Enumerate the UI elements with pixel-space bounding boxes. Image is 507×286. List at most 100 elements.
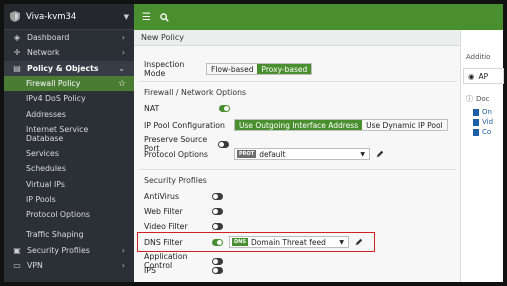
sidebar-item-addresses[interactable]: Addresses	[4, 106, 134, 121]
inspection-mode-label: Inspection Mode	[144, 60, 185, 78]
web-filter-row: Web Filter	[144, 207, 223, 216]
doc-link-online-help[interactable]: On	[473, 108, 492, 116]
sidebar-item-label: Dashboard	[27, 33, 70, 43]
nat-toggle[interactable]	[219, 105, 230, 112]
toggle-knob	[213, 209, 218, 214]
sidebar-item-security-profiles[interactable]: ▣ Security Profiles ›	[4, 243, 134, 258]
search-icon[interactable]	[160, 12, 169, 22]
sidebar-item-ip-pools[interactable]: IP Pools	[4, 192, 134, 207]
api-preview-button[interactable]: ◉ AP	[463, 68, 504, 84]
antivirus-toggle[interactable]	[212, 193, 223, 200]
sidebar-item-protocol-options[interactable]: Protocol Options	[4, 207, 134, 222]
fortinet-shield-icon	[10, 11, 20, 22]
book-icon	[473, 108, 479, 116]
sidebar-item-firewall-policy[interactable]: Firewall Policy ☆	[4, 75, 134, 92]
dashboard-icon: ◈	[13, 33, 21, 43]
nat-label: NAT	[144, 104, 160, 113]
application-control-toggle[interactable]	[212, 257, 223, 265]
chevron-down-icon: ▼	[123, 12, 129, 21]
ip-pool-label: IP Pool Configuration	[144, 120, 225, 130]
chevron-right-icon: ›	[121, 48, 125, 58]
sidebar-item-label: VPN	[27, 261, 43, 270]
sidebar-item-ipv4-dos-policy[interactable]: IPv4 DoS Policy	[4, 91, 134, 106]
doc-link-video[interactable]: Vid	[473, 118, 493, 126]
sidebar-item-network[interactable]: ✛ Network ›	[4, 45, 134, 60]
sidebar-item-label: Security Profiles	[27, 245, 90, 255]
api-preview-label: AP	[478, 71, 489, 81]
antivirus-label: AntiVirus	[144, 192, 180, 201]
ips-toggle[interactable]	[212, 267, 223, 274]
video-icon	[473, 118, 479, 126]
hamburger-menu-icon[interactable]: ☰	[142, 12, 151, 23]
device-switcher[interactable]: Viva-kvm34 ▼	[4, 4, 134, 30]
section-title-firewall-network: Firewall / Network Options	[144, 88, 247, 97]
divider	[138, 169, 456, 170]
documentation-label: Doc	[476, 95, 490, 103]
ips-row: IPS	[144, 266, 223, 275]
divider	[138, 81, 456, 82]
toggle-knob	[213, 194, 218, 199]
use-outgoing-interface-option[interactable]: Use Outgoing Interface Address	[235, 120, 363, 130]
ips-label: IPS	[144, 266, 156, 275]
ip-pool-selector: Use Outgoing Interface Address Use Dynam…	[234, 119, 448, 131]
section-title-security-profiles: Security Profiles	[144, 176, 207, 185]
antivirus-row: AntiVirus	[144, 192, 223, 201]
protocol-options-label: Protocol Options	[144, 149, 208, 159]
chevron-down-icon: ⌄	[118, 63, 125, 73]
proxy-based-option[interactable]: Proxy-based	[257, 64, 312, 74]
sidebar-item-label: Internet Service Database	[26, 124, 89, 143]
video-filter-toggle[interactable]	[212, 223, 223, 230]
eye-icon: ◉	[468, 71, 475, 81]
favorite-star-icon[interactable]: ☆	[118, 79, 126, 89]
doc-link-community[interactable]: Co	[473, 128, 491, 136]
sidebar-item-virtual-ips[interactable]: Virtual IPs	[4, 176, 134, 191]
sidebar-item-traffic-shaping[interactable]: Traffic Shaping	[4, 227, 134, 242]
sidebar-item-internet-service-database[interactable]: Internet Service Database	[4, 122, 134, 146]
sidebar-item-label: IPv4 DoS Policy	[26, 94, 86, 104]
web-filter-label: Web Filter	[144, 207, 183, 216]
nat-row: NAT	[144, 104, 230, 113]
sidebar-item-schedules[interactable]: Schedules	[4, 161, 134, 176]
video-filter-row: Video Filter	[144, 222, 223, 231]
doc-link-label: Co	[482, 128, 492, 136]
chevron-right-icon: ›	[121, 261, 125, 270]
highlight-box	[137, 232, 375, 252]
additional-info-label: Additio	[466, 53, 491, 61]
sidebar-item-label: Traffic Shaping	[26, 230, 84, 240]
protocol-options-row: Protocol Options PROT default ▼	[144, 148, 384, 160]
sidebar-item-label: Policy & Objects	[27, 63, 99, 73]
doc-link-label: On	[482, 108, 492, 116]
protocol-options-value: default	[259, 149, 286, 159]
preserve-source-port-toggle[interactable]	[218, 140, 229, 148]
community-icon	[473, 128, 479, 136]
inspection-mode-selector: Flow-based Proxy-based	[206, 63, 313, 75]
sidebar-item-dashboard[interactable]: ◈ Dashboard ›	[4, 30, 134, 45]
sidebar-item-label: Schedules	[26, 164, 66, 174]
protocol-options-select[interactable]: PROT default ▼	[234, 148, 370, 160]
video-filter-label: Video Filter	[144, 222, 188, 231]
toggle-knob	[213, 224, 218, 229]
sidebar-item-services[interactable]: Services	[4, 146, 134, 161]
flow-based-option[interactable]: Flow-based	[207, 64, 257, 74]
documentation-header: ⓘ Doc	[466, 94, 490, 104]
ip-pool-row: IP Pool Configuration Use Outgoing Inter…	[144, 119, 448, 131]
web-filter-toggle[interactable]	[212, 208, 223, 215]
toggle-knob	[224, 106, 229, 111]
sidebar: Viva-kvm34 ▼ ◈ Dashboard › ✛ Network › ▤…	[4, 4, 134, 282]
device-name: Viva-kvm34	[26, 11, 77, 22]
sidebar-item-vpn[interactable]: ▭ VPN ›	[4, 258, 134, 273]
use-dynamic-ip-pool-option[interactable]: Use Dynamic IP Pool	[362, 120, 447, 130]
lock-icon: ▣	[13, 245, 21, 255]
sidebar-item-label: Virtual IPs	[26, 179, 65, 189]
dropdown-arrow-icon: ▼	[360, 150, 365, 158]
sidebar-item-policy-objects[interactable]: ▤ Policy & Objects ⌄	[4, 60, 134, 76]
sidebar-item-label: Addresses	[26, 109, 66, 119]
policy-icon: ▤	[13, 63, 21, 73]
doc-link-label: Vid	[482, 118, 494, 126]
edit-pencil-icon[interactable]	[376, 150, 384, 158]
top-bar: ☰	[134, 4, 503, 30]
toggle-knob	[219, 141, 224, 147]
inspection-mode-row: Inspection Mode Flow-based Proxy-based	[144, 60, 313, 78]
monitor-icon: ▭	[13, 261, 21, 270]
sidebar-item-label: Firewall Policy	[26, 79, 81, 89]
